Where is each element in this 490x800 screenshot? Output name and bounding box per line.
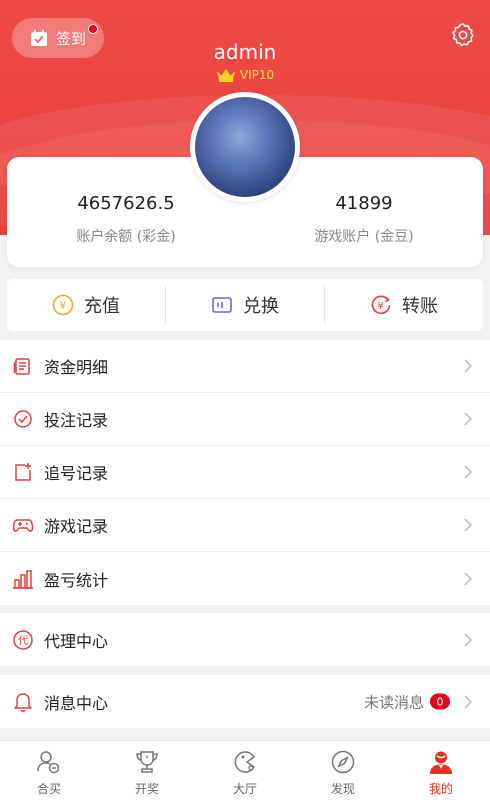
game-balance[interactable]: 41899 游戏账户 (金豆) <box>245 193 483 246</box>
bet-record-icon <box>12 408 34 430</box>
transfer-icon: ¥ <box>371 295 391 315</box>
menu-label: 代理中心 <box>44 631 109 651</box>
trophy-icon <box>134 748 160 776</box>
bottom-tab-bar: 合买 开奖 大厅 发现 我的 <box>0 740 490 800</box>
tab-label: 开奖 <box>134 782 159 796</box>
account-balance-label: 账户余额 (彩金) <box>76 229 176 245</box>
game-balance-label: 游戏账户 (金豆) <box>314 229 414 245</box>
unread-label: 未读消息 <box>363 693 424 711</box>
exchange-ticket-icon <box>212 297 232 313</box>
tab-label: 发现 <box>330 782 355 796</box>
menu-item-game-records[interactable]: 游戏记录 <box>0 499 490 552</box>
avatar-image <box>195 97 295 197</box>
transfer-button[interactable]: ¥ 转账 <box>325 279 483 331</box>
account-balance[interactable]: 4657626.5 账户余额 (彩金) <box>7 193 245 246</box>
menu-item-bet-records[interactable]: 投注记录 <box>0 393 490 446</box>
chevron-right-icon <box>464 359 472 373</box>
bar-chart-icon <box>12 568 34 590</box>
gamepad-icon <box>12 514 34 536</box>
menu-label: 游戏记录 <box>44 517 109 536</box>
tab-label: 合买 <box>36 782 61 796</box>
compass-icon <box>330 748 356 776</box>
lobby-icon <box>232 748 258 776</box>
menu-item-fund-details[interactable]: 资金明细 <box>0 340 490 393</box>
menu-item-agent-center[interactable]: 代 代理中心 <box>0 613 490 666</box>
recharge-button[interactable]: ¥ 充值 <box>7 279 165 331</box>
chevron-right-icon <box>464 412 472 426</box>
menu-item-message-center[interactable]: 消息中心 未读消息 0 <box>0 675 490 728</box>
svg-text:代: 代 <box>18 635 28 647</box>
svg-text:¥: ¥ <box>60 299 67 312</box>
chevron-right-icon <box>464 632 472 647</box>
crown-icon <box>216 69 235 82</box>
signin-notification-dot <box>88 24 98 34</box>
recharge-label: 充值 <box>84 296 120 317</box>
menu-label: 资金明细 <box>44 358 109 377</box>
menu-item-chase-records[interactable]: 追号记录 <box>0 446 490 499</box>
menu-group-agent: 代 代理中心 <box>0 613 490 666</box>
vip-label: VIP10 <box>239 68 275 82</box>
profile-page: 签到 admin VIP10 4657626.5 账户余额 (彩金) 41899… <box>0 0 490 800</box>
menu-label: 盈亏统计 <box>44 570 109 590</box>
menu-group-messages: 消息中心 未读消息 0 <box>0 675 490 728</box>
wallet-actions: ¥ 充值 兑换 ¥ 转账 <box>7 279 483 331</box>
tab-lobby[interactable]: 大厅 <box>196 741 294 800</box>
menu-group-records: 资金明细 投注记录 追号记录 游戏记录 盈亏统计 <box>0 340 490 605</box>
agent-icon: 代 <box>12 629 34 651</box>
tab-mine[interactable]: 我的 <box>392 741 490 800</box>
menu-item-profit-loss[interactable]: 盈亏统计 <box>0 552 490 605</box>
username: admin <box>213 40 277 64</box>
unread-count-badge: 0 <box>430 693 450 710</box>
tab-label: 我的 <box>428 782 453 796</box>
ledger-icon <box>12 355 34 377</box>
bell-icon <box>12 691 34 713</box>
game-balance-value: 41899 <box>335 193 393 214</box>
chevron-right-icon <box>464 518 472 532</box>
group-buy-icon <box>36 748 62 776</box>
chevron-right-icon <box>464 694 472 709</box>
tab-group-buy[interactable]: 合买 <box>0 741 98 800</box>
svg-text:¥: ¥ <box>377 301 383 312</box>
tab-draw-results[interactable]: 开奖 <box>98 741 196 800</box>
menu-label: 投注记录 <box>44 411 109 430</box>
chevron-right-icon <box>464 465 472 479</box>
yuan-coin-icon: ¥ <box>52 294 74 316</box>
transfer-label: 转账 <box>402 296 438 317</box>
chevron-right-icon <box>464 571 472 586</box>
chase-record-icon <box>12 461 34 483</box>
exchange-button[interactable]: 兑换 <box>166 279 324 331</box>
tab-discover[interactable]: 发现 <box>294 741 392 800</box>
account-balance-value: 4657626.5 <box>77 193 175 214</box>
profile-icon <box>428 748 454 776</box>
tab-label: 大厅 <box>232 782 257 796</box>
avatar[interactable] <box>190 92 300 202</box>
vip-level: VIP10 <box>0 68 490 82</box>
menu-label: 追号记录 <box>44 464 109 483</box>
unread-messages: 未读消息 0 <box>364 691 450 712</box>
exchange-label: 兑换 <box>243 296 279 317</box>
